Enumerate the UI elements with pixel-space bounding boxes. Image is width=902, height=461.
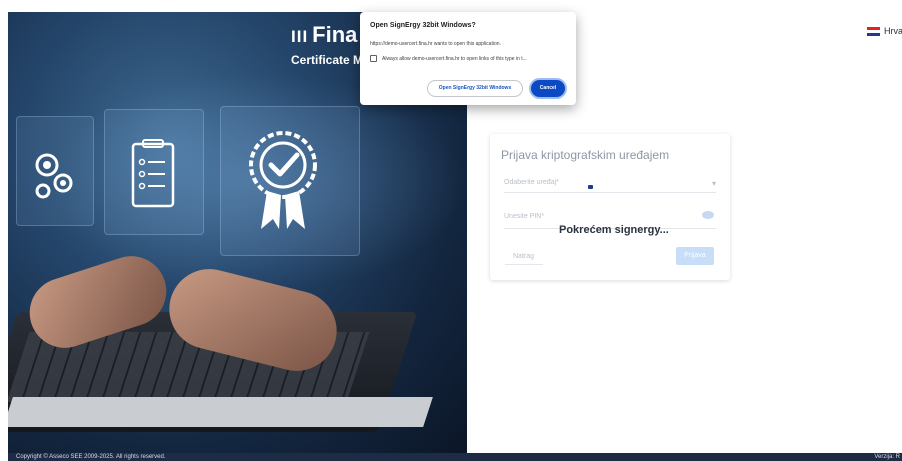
loading-indicator-icon: [588, 185, 593, 189]
croatia-flag-icon: [867, 26, 880, 36]
fina-logo-text: Fina: [312, 22, 358, 47]
open-app-dialog: Open SignErgy 32bit Windows? https://dem…: [360, 12, 576, 105]
open-signergy-button[interactable]: Open SignErgy 32bit Windows: [427, 80, 523, 97]
gears-icon: [35, 153, 73, 199]
laptop-base-image: [8, 397, 433, 427]
fina-logo-bars: III: [291, 27, 309, 46]
gears-card: [16, 116, 94, 226]
cancel-button[interactable]: Cancel: [531, 80, 565, 97]
always-allow-checkbox[interactable]: [370, 55, 377, 62]
back-button[interactable]: Natrag: [505, 249, 543, 265]
pin-input-placeholder: Unesite PIN*: [504, 213, 545, 220]
device-select[interactable]: Odaberite uređaj* ▾: [504, 173, 716, 193]
copyright-text: Copyright © Asseco SEE 2009-2025. All ri…: [16, 454, 166, 460]
certificate-card: [220, 106, 360, 256]
login-button[interactable]: Prijava: [676, 247, 714, 265]
dialog-message: https://demo-usercert.fina.hr wants to o…: [370, 41, 501, 47]
checklist-icon: [131, 139, 175, 208]
show-password-eye-icon[interactable]: [702, 211, 714, 219]
fina-logo: III Fina: [291, 22, 357, 48]
login-title: Prijava kriptografskim uređajem: [501, 148, 670, 162]
version-text: Verzija: R: [874, 454, 900, 460]
dialog-title: Open SignErgy 32bit Windows?: [370, 22, 476, 29]
device-select-placeholder: Odaberite uređaj*: [504, 179, 559, 186]
app-subtitle: Certificate M: [291, 53, 364, 67]
language-selector[interactable]: Hrva: [867, 26, 902, 36]
loading-message: Pokrećem signergy...: [559, 224, 669, 236]
checklist-card: [104, 109, 204, 235]
chevron-down-icon: ▾: [711, 179, 716, 188]
login-panel: Prijava kriptografskim uređajem Odaberit…: [490, 134, 730, 280]
language-label: Hrva: [884, 26, 902, 36]
footer-bar: Copyright © Asseco SEE 2009-2025. All ri…: [8, 453, 902, 461]
page-root: III Fina Certificate M Hrva Prijava kript…: [0, 0, 902, 461]
always-allow-label[interactable]: Always allow demo-usercert.fina.hr to op…: [382, 56, 527, 62]
certificate-badge-icon: [249, 131, 317, 229]
